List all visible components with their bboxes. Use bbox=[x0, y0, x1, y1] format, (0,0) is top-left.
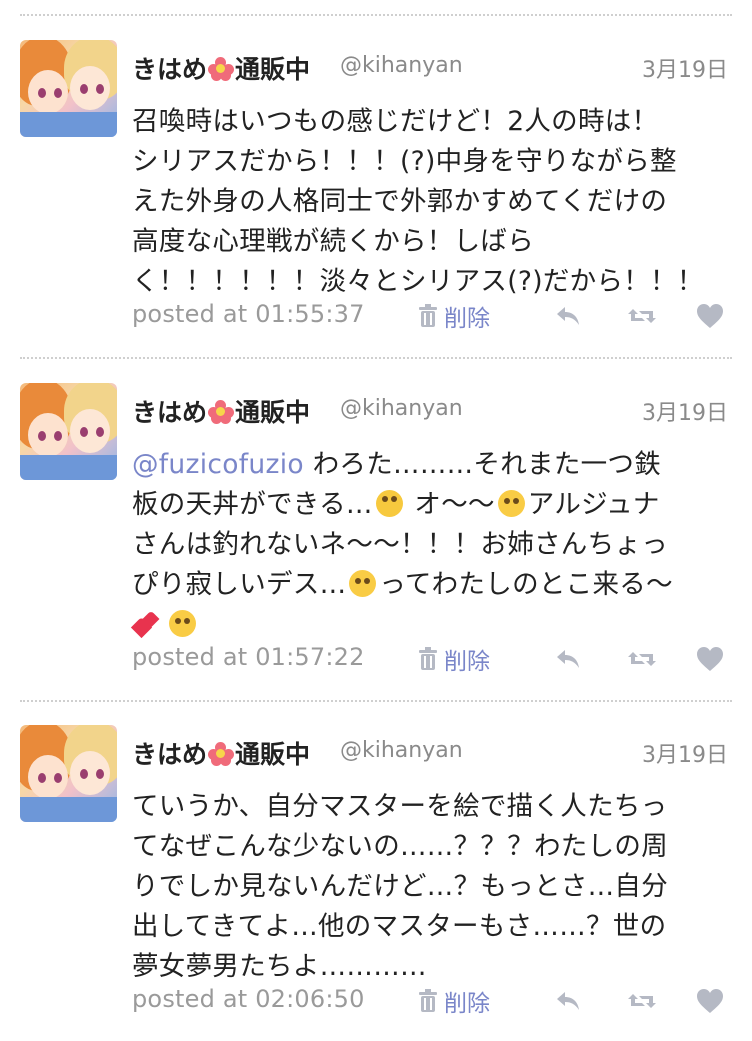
reply-icon bbox=[557, 992, 579, 1010]
retweet-icon bbox=[628, 652, 656, 666]
reply-button[interactable] bbox=[550, 983, 586, 1019]
tweet-text-line: ていうか、自分マスターを絵で描く人たちっ bbox=[132, 791, 668, 822]
tweet-text-line: 夢女夢男たちよ………… bbox=[132, 951, 427, 982]
tweet-date[interactable]: 3月19日 bbox=[642, 737, 728, 769]
heart-icon bbox=[697, 304, 723, 328]
like-button[interactable] bbox=[692, 983, 728, 1019]
tweet-text-line: 召喚時はいつもの感じだけど！2人の時は！ bbox=[132, 106, 659, 137]
eye-roll-emoji-icon bbox=[497, 490, 525, 517]
posted-time: posted at 01:57:22 bbox=[132, 643, 365, 671]
tweet-text-line: く！！！！！！淡々とシリアス(?)だから！！！ bbox=[132, 266, 704, 297]
retweet-icon bbox=[628, 309, 656, 323]
user-handle[interactable]: @kihanyan bbox=[340, 53, 463, 78]
hibiscus-icon bbox=[208, 57, 235, 81]
retweet-button[interactable] bbox=[624, 298, 660, 334]
two-hearts-icon bbox=[130, 610, 162, 639]
tweet-date[interactable]: 3月19日 bbox=[642, 52, 728, 84]
delete-button[interactable]: 削除 bbox=[418, 641, 490, 677]
mention-link[interactable]: @fuzicofuzio bbox=[132, 449, 304, 480]
tweet-text: @fuzicofuzio わろた………それまた一つ鉄 板の天丼ができる… オ〜〜… bbox=[130, 445, 744, 645]
delete-label: 削除 bbox=[444, 649, 490, 675]
delete-button[interactable]: 削除 bbox=[418, 298, 490, 334]
display-name[interactable]: きはめ 通販中 bbox=[132, 50, 310, 86]
posted-time: posted at 02:06:50 bbox=[132, 985, 365, 1013]
trash-icon bbox=[419, 647, 437, 670]
display-name[interactable]: きはめ 通販中 bbox=[132, 735, 310, 771]
heart-icon bbox=[697, 989, 723, 1013]
like-button[interactable] bbox=[692, 641, 728, 677]
tears-of-joy-emoji-icon bbox=[375, 490, 403, 517]
heart-icon bbox=[697, 647, 723, 671]
eye-roll-emoji-icon bbox=[349, 570, 377, 597]
user-handle[interactable]: @kihanyan bbox=[340, 396, 463, 421]
trash-icon bbox=[419, 304, 437, 327]
reply-button[interactable] bbox=[550, 641, 586, 677]
delete-button[interactable]: 削除 bbox=[418, 983, 490, 1019]
tweet-footer: posted at 01:57:22 削除 bbox=[132, 641, 742, 681]
tweet-text-line: 出してきてよ…他のマスターもさ……？世の bbox=[132, 911, 667, 942]
tweet-header: きはめ 通販中 @kihanyan 3月19日 bbox=[132, 393, 732, 433]
reply-button[interactable] bbox=[550, 298, 586, 334]
hibiscus-icon bbox=[208, 742, 235, 766]
avatar[interactable] bbox=[20, 40, 117, 137]
tweet-text-line: 高度な心理戦が続くから！しばら bbox=[132, 226, 534, 257]
hibiscus-icon bbox=[208, 400, 235, 424]
posted-time: posted at 01:55:37 bbox=[132, 300, 365, 328]
tweet-footer: posted at 01:55:37 削除 bbox=[132, 298, 742, 338]
user-handle[interactable]: @kihanyan bbox=[340, 738, 463, 763]
tweet-text-line: @fuzicofuzio わろた………それまた一つ鉄 bbox=[132, 449, 662, 480]
tweet[interactable]: きはめ 通販中 @kihanyan 3月19日 召喚時はいつもの感じだけど！2人の… bbox=[0, 16, 752, 356]
tweet-text-line: りでしか見ないんだけど…？もっとさ…自分 bbox=[132, 871, 668, 902]
tweet-text-line: えた外身の人格同士で外郭かすめてくだけの bbox=[132, 186, 668, 217]
tweet-text: 召喚時はいつもの感じだけど！2人の時は！ シリアスだから！！！(?)中身を守りな… bbox=[132, 102, 744, 302]
retweet-button[interactable] bbox=[624, 983, 660, 1019]
avatar[interactable] bbox=[20, 725, 117, 822]
retweet-icon bbox=[628, 994, 656, 1008]
tweet-text: ていうか、自分マスターを絵で描く人たちっ てなぜこんな少ないの……？？？わたしの… bbox=[132, 787, 744, 987]
avatar[interactable] bbox=[20, 383, 117, 480]
delete-label: 削除 bbox=[444, 306, 490, 332]
tweet-text-line: ぴり寂しいデス… ってわたしのとこ来る〜 bbox=[132, 569, 673, 600]
retweet-button[interactable] bbox=[624, 641, 660, 677]
tweet[interactable]: きはめ 通販中 @kihanyan 3月19日 ていうか、自分マスターを絵で描く人… bbox=[0, 701, 752, 1041]
timeline: きはめ 通販中 @kihanyan 3月19日 召喚時はいつもの感じだけど！2人の… bbox=[0, 0, 752, 1024]
tweet-date[interactable]: 3月19日 bbox=[642, 395, 728, 427]
tweet-header: きはめ 通販中 @kihanyan 3月19日 bbox=[132, 50, 732, 90]
tweet-text-line bbox=[130, 605, 744, 645]
trash-icon bbox=[419, 989, 437, 1012]
eye-roll-emoji-icon bbox=[169, 610, 196, 637]
tweet-header: きはめ 通販中 @kihanyan 3月19日 bbox=[132, 735, 732, 775]
tweet[interactable]: きはめ 通販中 @kihanyan 3月19日 @fuzicofuzio わろた…… bbox=[0, 359, 752, 699]
tweet-text-line: てなぜこんな少ないの……？？？わたしの周 bbox=[132, 831, 668, 862]
delete-label: 削除 bbox=[444, 991, 490, 1017]
tweet-text-line: 板の天丼ができる… オ〜〜 アルジュナ bbox=[132, 489, 660, 520]
reply-icon bbox=[557, 307, 579, 325]
tweet-text-line: シリアスだから！！！(?)中身を守りながら整 bbox=[132, 146, 677, 177]
like-button[interactable] bbox=[692, 298, 728, 334]
display-name[interactable]: きはめ 通販中 bbox=[132, 393, 310, 429]
reply-icon bbox=[557, 650, 579, 668]
tweet-text-line: さんは釣れないネ〜〜！！！お姉さんちょっ bbox=[132, 529, 668, 560]
tweet-footer: posted at 02:06:50 削除 bbox=[132, 983, 742, 1023]
